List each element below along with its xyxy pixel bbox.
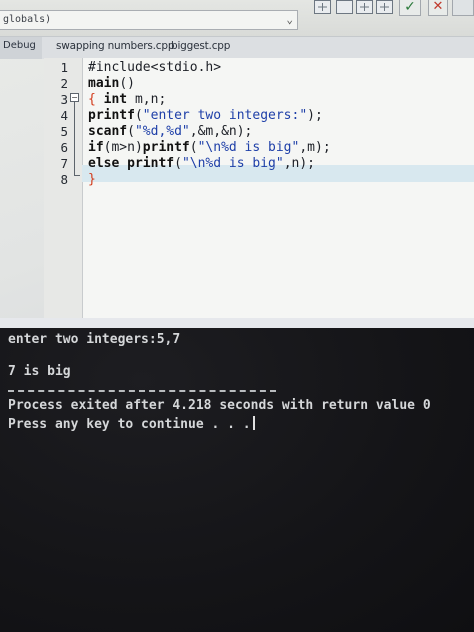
scope-dropdown-value: globals) [3, 14, 52, 25]
console-prompt-line: enter two integers:5,7 [8, 332, 181, 347]
console-title-bar [0, 318, 474, 328]
code-text: else printf("\n%d is big",n); [88, 156, 315, 171]
console-exit-line: Process exited after 4.218 seconds with … [8, 398, 431, 413]
code-line-6: if(m>n)printf("\n%d is big",m); [88, 140, 331, 155]
code-line-2: main() [88, 76, 135, 91]
console-result-line: 7 is big [8, 364, 71, 379]
line-number: 6 [60, 140, 68, 155]
code-text: if(m>n)printf("\n%d is big",m); [88, 140, 331, 155]
fold-guide-end [74, 175, 80, 176]
grid-icon[interactable] [356, 0, 373, 14]
toolbar-button[interactable] [452, 0, 474, 16]
line-number: 3 [60, 92, 68, 107]
window-icon[interactable] [336, 0, 353, 14]
code-line-3: { int m,n; [88, 92, 166, 107]
line-number: 7 [60, 156, 68, 171]
code-line-1: #include<stdio.h> [88, 60, 221, 75]
tab-biggest[interactable]: biggest.cpp [171, 40, 230, 52]
chevron-down-icon[interactable]: ⌄ [286, 13, 293, 26]
code-text: main() [88, 76, 135, 91]
line-number: 1 [60, 60, 68, 75]
line-number: 8 [60, 172, 68, 187]
scope-dropdown[interactable]: globals) ⌄ [0, 10, 298, 30]
line-number: 2 [60, 76, 68, 91]
line-number: 4 [60, 108, 68, 123]
line-number-gutter: 1 2 3 4 5 6 7 8 − [44, 58, 83, 318]
code-editor[interactable]: 1 2 3 4 5 6 7 8 − #include<stdio.h> main… [44, 58, 474, 318]
code-line-8: } [88, 172, 96, 187]
tab-swapping-numbers[interactable]: swapping numbers.cpp [56, 40, 174, 52]
console-separator [8, 390, 276, 392]
grid-icon[interactable] [314, 0, 331, 14]
code-text: #include<stdio.h> [88, 60, 222, 75]
toolbar: globals) ⌄ ✓ ✕ [0, 0, 474, 36]
code-text: printf("enter two integers:"); [88, 108, 323, 123]
check-icon[interactable]: ✓ [399, 0, 421, 16]
code-text: } [88, 172, 96, 187]
text-cursor [252, 416, 255, 430]
close-icon[interactable]: ✕ [428, 0, 448, 16]
console-continue-line: Press any key to continue . . . [8, 416, 255, 432]
line-number: 5 [60, 124, 68, 139]
console-window[interactable]: enter two integers:5,7 7 is big Process … [0, 318, 474, 632]
console-continue-text: Press any key to continue . . . [8, 417, 251, 432]
grid-icon[interactable] [376, 0, 393, 14]
tab-bar: Debug swapping numbers.cpp biggest.cpp [0, 36, 474, 59]
fold-icon[interactable]: − [70, 93, 79, 102]
ide-window: globals) ⌄ ✓ ✕ Debug swapping numbers.cp… [0, 0, 474, 318]
code-text: scanf("%d,%d",&m,&n); [88, 124, 253, 139]
fold-guide [74, 102, 75, 175]
code-line-7: else printf("\n%d is big",n); [88, 156, 315, 171]
code-line-4: printf("enter two integers:"); [88, 108, 323, 123]
code-text: { int m,n; [88, 92, 167, 107]
code-line-5: scanf("%d,%d",&m,&n); [88, 124, 252, 139]
tab-debug[interactable]: Debug [0, 37, 42, 59]
